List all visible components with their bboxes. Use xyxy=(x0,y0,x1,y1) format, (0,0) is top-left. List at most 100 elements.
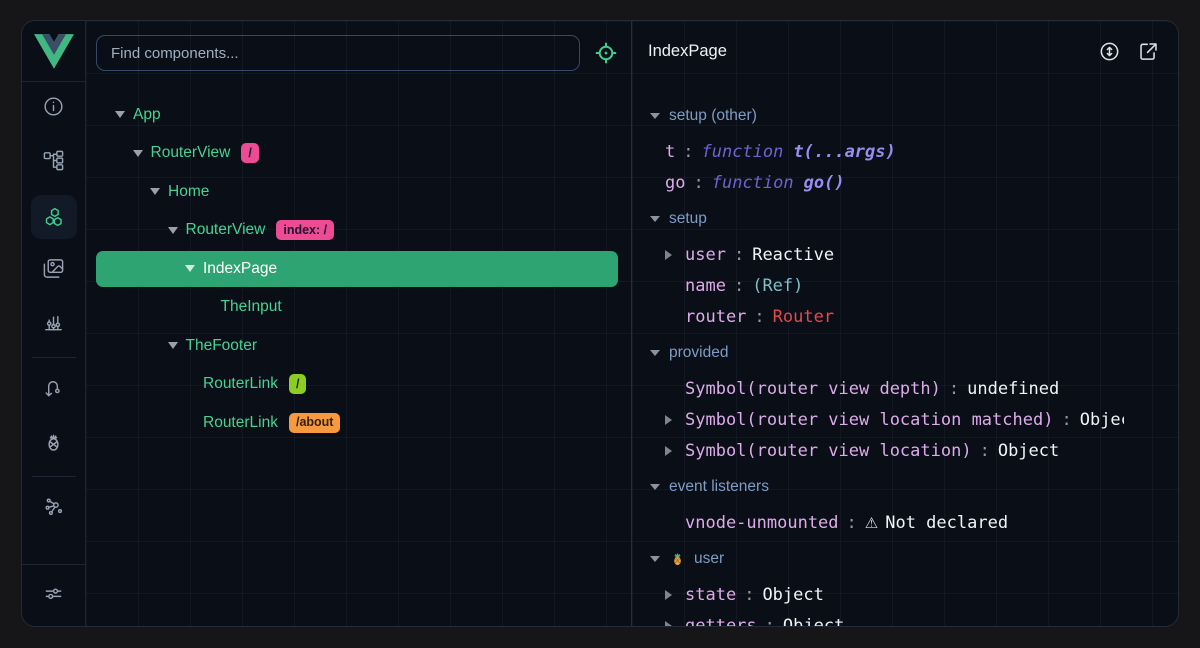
state-key: Symbol(router view location) xyxy=(685,441,972,461)
state-value: Reactive xyxy=(752,245,834,265)
colon: : xyxy=(744,585,754,605)
sidebar-item-overview[interactable] xyxy=(22,82,86,136)
state-row-t[interactable]: t : function t(...args) xyxy=(632,136,1178,167)
chevron-down-icon[interactable] xyxy=(650,350,660,356)
chevron-down-icon[interactable] xyxy=(168,342,178,349)
inspector-header: IndexPage xyxy=(632,21,1178,81)
inspector-title: IndexPage xyxy=(648,42,1082,61)
state-inspector: setup (other) t : function t(...args) go… xyxy=(632,81,1178,626)
vue-logo-icon xyxy=(34,34,74,69)
chevron-down-icon[interactable] xyxy=(115,111,125,118)
state-value: Object xyxy=(998,441,1059,461)
component-tree-panel: App RouterView / Home RouterView index: … xyxy=(86,21,632,626)
state-key: getters xyxy=(685,616,757,627)
route-badge: / xyxy=(289,374,306,394)
state-row-name[interactable]: name : (Ref) xyxy=(632,270,1178,301)
chevron-down-icon[interactable] xyxy=(185,265,195,272)
section-label: user xyxy=(694,550,724,568)
chevron-right-icon[interactable] xyxy=(665,415,685,425)
state-row-user[interactable]: user : Reactive xyxy=(632,239,1178,270)
section-label: event listeners xyxy=(669,478,769,496)
state-key: t xyxy=(665,142,675,162)
state-value: Object xyxy=(1080,410,1124,430)
vue-logo xyxy=(22,21,85,82)
colon: : xyxy=(847,513,857,533)
state-row-vnode-unmounted[interactable]: vnode-unmounted : ⚠ Not declared xyxy=(632,507,1178,538)
state-value: Not declared xyxy=(885,513,1008,533)
tree-item-thefooter[interactable]: TheFooter xyxy=(96,328,618,364)
state-row-router-view-location[interactable]: Symbol(router view location) : Object xyxy=(632,435,1178,466)
route-badge: / xyxy=(241,143,258,163)
state-row-state[interactable]: state : Object xyxy=(632,579,1178,610)
sidebar-settings[interactable] xyxy=(22,564,85,626)
tree-item-label: App xyxy=(133,106,161,124)
chevron-right-icon[interactable] xyxy=(665,590,685,600)
sidebar-item-pinia[interactable] xyxy=(22,417,86,471)
search-input[interactable] xyxy=(96,35,580,71)
section-provided[interactable]: provided xyxy=(632,337,1178,368)
chevron-down-icon[interactable] xyxy=(150,188,160,195)
chevron-down-icon[interactable] xyxy=(168,227,178,234)
tree-item-indexpage-selected[interactable]: IndexPage xyxy=(96,251,618,287)
sidebar-item-graph[interactable] xyxy=(22,482,86,536)
chevron-down-icon[interactable] xyxy=(650,216,660,222)
colon: : xyxy=(734,276,744,296)
state-row-router[interactable]: router : Router xyxy=(632,301,1178,332)
section-setup-other[interactable]: setup (other) xyxy=(632,100,1178,131)
function-keyword: function xyxy=(702,142,784,162)
colon: : xyxy=(683,142,693,162)
sidebar-item-pages[interactable] xyxy=(22,244,86,298)
chevron-down-icon[interactable] xyxy=(133,150,143,157)
chevron-right-icon[interactable] xyxy=(665,446,685,456)
component-picker-button[interactable] xyxy=(593,40,619,66)
tree-item-home[interactable]: Home xyxy=(96,174,618,210)
tree-item-routerlink-about[interactable]: RouterLink /about xyxy=(96,405,618,441)
colon: : xyxy=(949,379,959,399)
state-row-router-view-location-matched[interactable]: Symbol(router view location matched) : O… xyxy=(632,404,1178,435)
router-icon xyxy=(42,376,65,404)
state-key: state xyxy=(685,585,736,605)
state-key: go xyxy=(665,173,685,193)
sidebar-item-components[interactable] xyxy=(22,190,86,244)
tree-item-label: IndexPage xyxy=(203,260,277,278)
open-in-editor-button[interactable] xyxy=(1137,40,1160,63)
pinia-icon xyxy=(42,430,65,458)
colon: : xyxy=(980,441,990,461)
section-label: setup xyxy=(669,210,707,228)
tree-item-routerview[interactable]: RouterView / xyxy=(96,135,618,171)
scroll-to-component-button[interactable] xyxy=(1098,40,1121,63)
state-row-go[interactable]: go : function go() xyxy=(632,167,1178,198)
section-event-listeners[interactable]: event listeners xyxy=(632,471,1178,502)
chevron-down-icon[interactable] xyxy=(650,484,660,490)
colon: : xyxy=(734,245,744,265)
tree-item-label: TheInput xyxy=(221,298,282,316)
route-badge: /about xyxy=(289,413,341,433)
state-key: Symbol(router view location matched) xyxy=(685,410,1053,430)
graph-icon xyxy=(42,495,65,523)
state-row-router-view-depth[interactable]: Symbol(router view depth) : undefined xyxy=(632,373,1178,404)
state-value: Router xyxy=(773,307,834,327)
state-key: name xyxy=(685,276,726,296)
tree-item-label: Home xyxy=(168,183,209,201)
sidebar-item-router[interactable] xyxy=(22,363,86,417)
sidebar-item-timeline[interactable] xyxy=(22,298,86,352)
colon: : xyxy=(1061,410,1071,430)
warning-icon: ⚠ xyxy=(865,514,878,532)
section-pinia-user-store[interactable]: user xyxy=(632,543,1178,574)
sidebar-item-component-tree[interactable] xyxy=(22,136,86,190)
settings-icon xyxy=(42,582,65,610)
tree-item-routerview-index[interactable]: RouterView index: / xyxy=(96,212,618,248)
chevron-down-icon[interactable] xyxy=(650,556,660,562)
external-link-icon xyxy=(1137,40,1160,63)
chevron-right-icon[interactable] xyxy=(665,250,685,260)
state-row-getters[interactable]: getters : Object xyxy=(632,610,1178,626)
tree-item-theinput[interactable]: TheInput xyxy=(96,289,618,325)
tree-item-app[interactable]: App xyxy=(96,97,618,133)
section-setup[interactable]: setup xyxy=(632,203,1178,234)
chevron-down-icon[interactable] xyxy=(650,113,660,119)
tree-item-routerlink-home[interactable]: RouterLink / xyxy=(96,366,618,402)
colon: : xyxy=(693,173,703,193)
state-key: router xyxy=(685,307,746,327)
state-key: user xyxy=(685,245,726,265)
chevron-right-icon[interactable] xyxy=(665,621,685,627)
